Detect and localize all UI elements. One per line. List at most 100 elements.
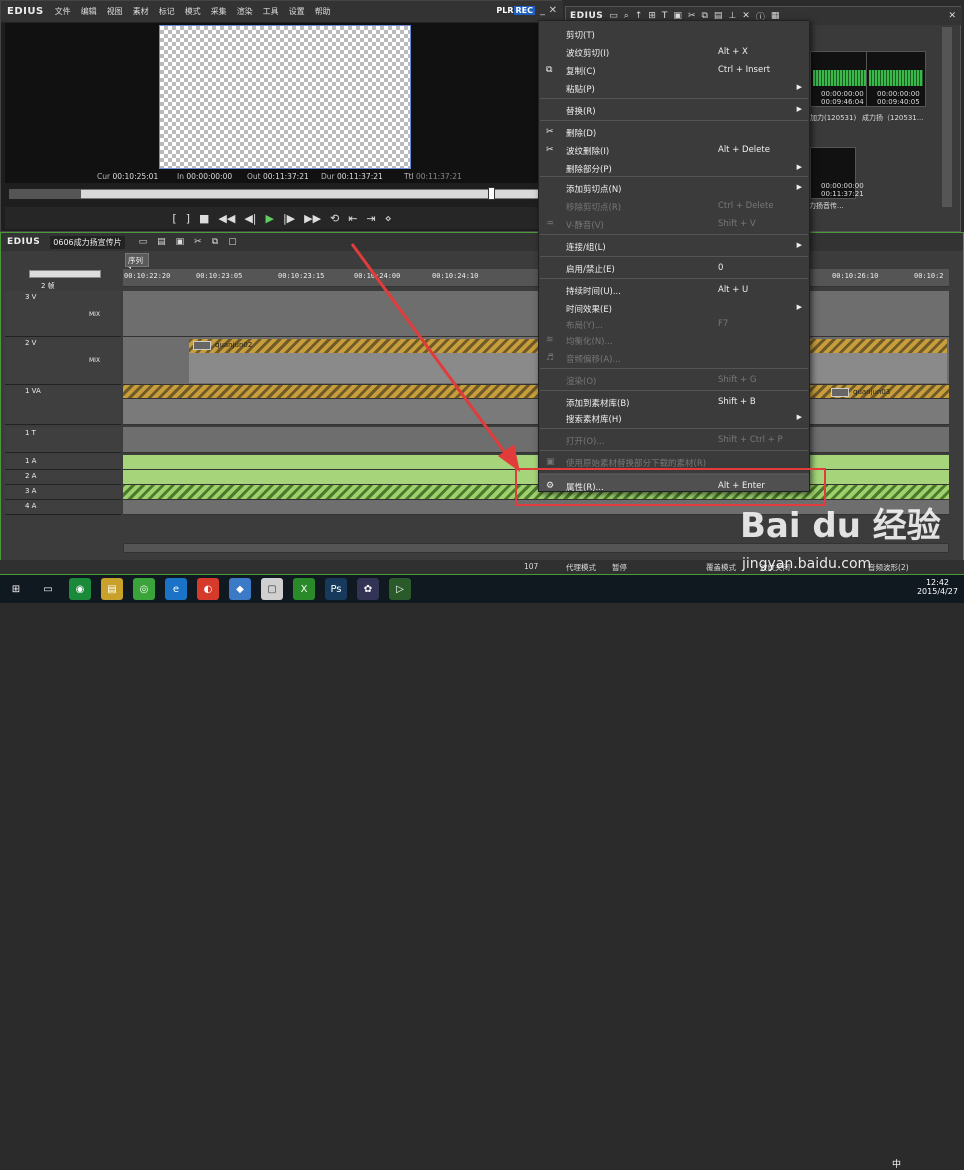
context-menu-item[interactable]: 粘贴(P) ▶ xyxy=(538,80,810,98)
bin-clip-3[interactable]: 00:00:00:00 00:11:37:21 xyxy=(810,147,864,199)
bin-scrollbar[interactable] xyxy=(942,27,952,207)
menu-mode[interactable]: 模式 xyxy=(180,6,206,17)
menu-item-label: 时间效果(E) xyxy=(566,305,613,315)
track-header-4a[interactable]: 4 A xyxy=(5,500,121,515)
tl-cut-icon[interactable]: ✂ xyxy=(194,237,202,247)
context-menu-item[interactable]: 波纹剪切(I) Alt + X xyxy=(538,44,810,62)
menu-item-label: 移除剪切点(R) xyxy=(566,203,622,213)
tc-out: Out 00:11:37:21 xyxy=(247,172,309,181)
menu-view[interactable]: 视图 xyxy=(102,6,128,17)
status-audio[interactable]: 音频波形(2) xyxy=(868,562,909,573)
track-header-3a[interactable]: 3 A xyxy=(5,485,121,500)
rewind-icon[interactable]: ◀◀ xyxy=(218,212,235,225)
new-sequence-icon[interactable]: ▭ xyxy=(139,237,148,247)
dur-label: Dur xyxy=(321,172,335,181)
menu-settings[interactable]: 设置 xyxy=(284,6,310,17)
fast-forward-icon[interactable]: ▶▶ xyxy=(304,212,321,225)
context-menu-item[interactable]: ⧉ 复制(C) Ctrl + Insert xyxy=(538,62,810,80)
project-name: 0606成力扬宣传片 xyxy=(50,235,125,249)
status-pause[interactable]: 暂停 xyxy=(612,562,627,573)
clip-quanjun03[interactable]: quanjun03 xyxy=(829,387,939,399)
tl-copy-icon[interactable]: ⧉ xyxy=(212,237,218,247)
app-icon-4[interactable]: ▢ xyxy=(261,578,283,600)
photoshop-icon[interactable]: Ps xyxy=(325,578,347,600)
track-header-1t[interactable]: 1 T xyxy=(5,427,121,453)
minimize-icon[interactable]: _ xyxy=(540,5,545,16)
play-icon[interactable]: ▶ xyxy=(265,212,273,225)
app-icon-2[interactable]: ◐ xyxy=(197,578,219,600)
open-icon[interactable]: ▤ xyxy=(157,237,166,247)
ie-icon[interactable]: e xyxy=(165,578,187,600)
menu-marker[interactable]: 标记 xyxy=(154,6,180,17)
position-scrubber[interactable] xyxy=(9,189,557,199)
zoom-slider[interactable] xyxy=(29,270,101,278)
context-menu-item[interactable]: 添加剪切点(N) ▶ xyxy=(538,180,810,198)
clip-tc-dur: 00:11:37:21 xyxy=(821,190,864,198)
step-back-icon[interactable]: ◀| xyxy=(244,212,256,225)
menu-clip[interactable]: 素材 xyxy=(128,6,154,17)
context-menu-item[interactable]: 启用/禁止(E) 0 xyxy=(538,260,810,278)
track-header-1a[interactable]: 1 A xyxy=(5,455,121,470)
start-icon[interactable]: ⊞ xyxy=(5,578,27,600)
menu-edit[interactable]: 编辑 xyxy=(76,6,102,17)
stop-icon[interactable]: ■ xyxy=(199,212,209,225)
scrubber-zoom-area[interactable] xyxy=(9,189,81,199)
bin-close-icon[interactable]: ✕ xyxy=(948,11,956,21)
menu-item-label: 波纹剪切(I) xyxy=(566,49,610,59)
track-lane-3v[interactable] xyxy=(123,291,949,337)
app-icon-5[interactable]: ✿ xyxy=(357,578,379,600)
overwrite-icon[interactable]: ⇥ xyxy=(366,212,375,225)
track-lane-1va-body[interactable] xyxy=(123,399,949,425)
system-clock[interactable]: 12:42 2015/4/27 xyxy=(917,578,958,596)
ime-indicator[interactable]: 中 xyxy=(892,1157,901,1170)
track-header-3v[interactable]: 3 V MIX xyxy=(5,291,121,337)
app-icon-1[interactable]: ◉ xyxy=(69,578,91,600)
tab-sequence-1[interactable]: 序列1 xyxy=(125,253,149,275)
close-icon[interactable]: ✕ xyxy=(549,5,557,16)
app-icon-3[interactable]: ◆ xyxy=(229,578,251,600)
set-out-icon[interactable]: ] xyxy=(186,212,190,225)
context-menu-item[interactable]: 删除部分(P) ▶ xyxy=(538,160,810,178)
context-menu-item[interactable]: 持续时间(U)... Alt + U xyxy=(538,282,810,300)
menu-render[interactable]: 渲染 xyxy=(232,6,258,17)
status-overwrite[interactable]: 覆盖模式 xyxy=(706,562,736,573)
context-menu-item[interactable]: ✂ 波纹删除(I) Alt + Delete xyxy=(538,142,810,160)
browser-icon[interactable]: ◎ xyxy=(133,578,155,600)
track-header-1va[interactable]: 1 VA xyxy=(5,385,121,425)
set-in-icon[interactable]: [ xyxy=(172,212,176,225)
menu-help[interactable]: 帮助 xyxy=(310,6,336,17)
menu-capture[interactable]: 采集 xyxy=(206,6,232,17)
menu-separator xyxy=(540,98,808,99)
mix-label: MIX xyxy=(89,311,101,318)
context-menu-item[interactable]: 搜索素材库(H) ▶ xyxy=(538,410,810,428)
edius-taskbar-icon[interactable]: ▷ xyxy=(389,578,411,600)
context-menu-item[interactable]: 剪切(T) xyxy=(538,26,810,44)
step-forward-icon[interactable]: |▶ xyxy=(283,212,295,225)
track-header-2a[interactable]: 2 A xyxy=(5,470,121,485)
ruler-tick: 00:10:2 xyxy=(914,272,944,280)
task-view-icon[interactable]: ▭ xyxy=(37,578,59,600)
loop-icon[interactable]: ⟲ xyxy=(330,212,339,225)
save-icon[interactable]: ▣ xyxy=(176,237,185,247)
context-menu-item[interactable]: ✂ 删除(D) xyxy=(538,124,810,142)
status-proxy[interactable]: 代理模式 xyxy=(566,562,596,573)
bin-clip-1[interactable]: 00:00:00:00 00:09:46:04 xyxy=(810,51,870,107)
context-menu-item: ♒ V-静音(V) Shift + V xyxy=(538,216,810,234)
track-lane-1va[interactable] xyxy=(123,385,949,399)
timeline-toolbar: EDIUS 0606成力扬宣传片 ▭ ▤ ▣ ✂ ⧉ ▢ xyxy=(1,233,963,251)
scrubber-thumb[interactable] xyxy=(488,187,496,200)
menu-tools[interactable]: 工具 xyxy=(258,6,284,17)
file-explorer-icon[interactable]: ▤ xyxy=(101,578,123,600)
track-header-2v[interactable]: 2 V MIX xyxy=(5,337,121,385)
split-icon[interactable]: ⋄ xyxy=(385,212,392,225)
excel-icon[interactable]: X xyxy=(293,578,315,600)
track-lane-1t[interactable] xyxy=(123,427,949,453)
menu-separator xyxy=(540,428,808,429)
tl-paste-icon[interactable]: ▢ xyxy=(228,237,237,247)
plr-rec-toggle[interactable]: PLR REC xyxy=(496,6,535,15)
menu-file[interactable]: 文件 xyxy=(50,6,76,17)
context-menu-item[interactable]: 连接/组(L) ▶ xyxy=(538,238,810,256)
insert-icon[interactable]: ⇤ xyxy=(348,212,357,225)
context-menu-item[interactable]: 替换(R) ▶ xyxy=(538,102,810,120)
bin-clip-2[interactable]: 00:00:00:00 00:09:40:05 xyxy=(866,51,926,107)
